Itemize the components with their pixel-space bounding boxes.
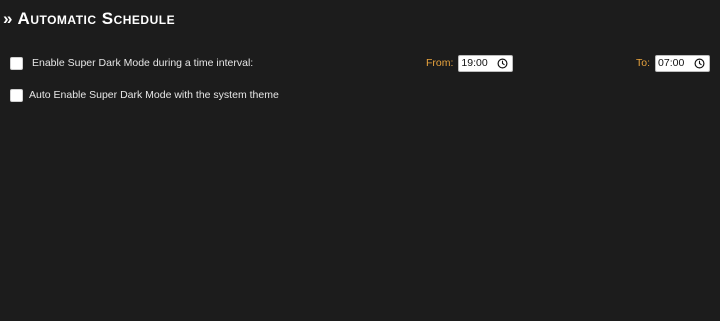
to-time-value: 07:00 [658,57,685,69]
automatic-schedule-panel: » Automatic Schedule Enable Super Dark M… [0,0,720,321]
to-time-group: To: 07:00 [636,54,711,72]
system-theme-option-row: Auto Enable Super Dark Mode with the sys… [10,86,279,104]
section-title: » Automatic Schedule [3,9,176,28]
system-theme-checkbox-label[interactable]: Auto Enable Super Dark Mode with the sys… [29,89,279,101]
to-time-input[interactable]: 07:00 [655,54,711,72]
interval-option-row: Enable Super Dark Mode during a time int… [10,54,716,72]
to-label: To: [636,57,651,69]
interval-checkbox-label[interactable]: Enable Super Dark Mode during a time int… [32,57,253,69]
from-label: From: [426,57,454,69]
clock-icon[interactable] [497,58,508,69]
from-time-input[interactable]: 19:00 [458,54,514,72]
system-theme-checkbox[interactable] [10,88,23,102]
from-time-group: From: 19:00 [426,54,514,72]
clock-icon[interactable] [694,58,705,69]
from-time-value: 19:00 [461,57,488,69]
interval-checkbox[interactable] [10,56,23,70]
